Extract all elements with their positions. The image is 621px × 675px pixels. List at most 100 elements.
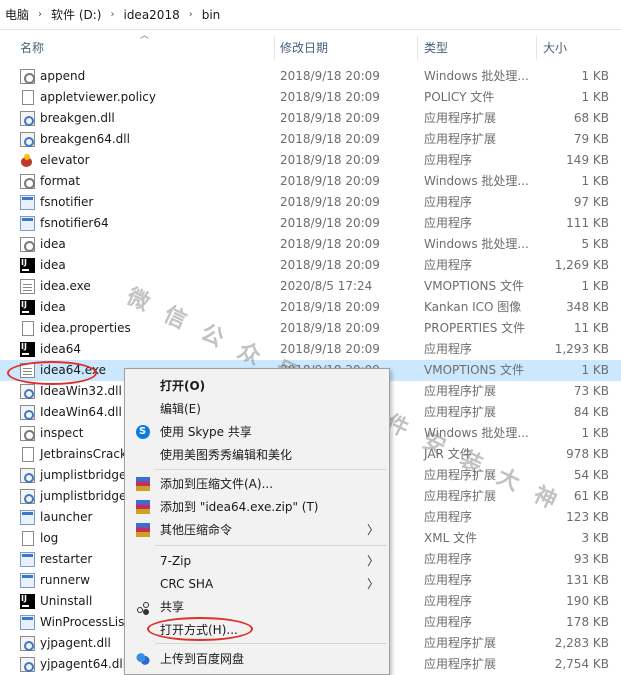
column-divider[interactable] — [536, 36, 537, 60]
file-date: 2018/9/18 20:09 — [280, 237, 380, 251]
file-size: 1 KB — [581, 279, 609, 293]
file-name: idea64 — [40, 342, 81, 356]
file-row[interactable]: fsnotifier 2018/9/18 20:09 应用程序 97 KB — [0, 192, 621, 213]
menu-item-label: 上传到百度网盘 — [160, 652, 245, 666]
menu-item-7zip[interactable]: 7-Zip 〉 — [125, 550, 389, 572]
file-name: fsnotifier64 — [40, 216, 109, 230]
menu-item-add-archive[interactable]: 添加到压缩文件(A)... — [125, 473, 389, 495]
file-size: 1 KB — [581, 69, 609, 83]
menu-item-label: 添加到 "idea64.exe.zip" (T) — [160, 500, 319, 514]
column-size-header[interactable]: 大小 — [543, 34, 567, 62]
file-date: 2018/9/18 20:09 — [280, 258, 380, 272]
file-row[interactable]: idea.properties 2018/9/18 20:09 PROPERTIES… — [0, 318, 621, 339]
file-row[interactable]: append 2018/9/18 20:09 Windows 批处理... 1 KB — [0, 66, 621, 87]
breadcrumb-item[interactable]: 软件 (D:) — [48, 6, 104, 23]
file-name: breakgen.dll — [40, 111, 115, 125]
exe-icon — [20, 615, 35, 630]
file-type: 应用程序 — [424, 552, 473, 566]
file-row[interactable]: idea.exe 2020/8/5 17:24 VMOPTIONS 文件 1 KB — [0, 276, 621, 297]
share-icon — [136, 600, 150, 614]
file-name: appletviewer.policy — [40, 90, 156, 104]
column-divider[interactable] — [274, 36, 275, 60]
menu-item-meitu[interactable]: 使用美图秀秀编辑和美化 — [125, 444, 389, 466]
file-row[interactable]: idea 2018/9/18 20:09 应用程序 1,269 KB — [0, 255, 621, 276]
chevron-right-icon[interactable]: › — [183, 9, 199, 20]
file-date: 2018/9/18 20:09 — [280, 132, 380, 146]
file-type: 应用程序扩展 — [424, 111, 497, 125]
file-name: elevator — [40, 153, 90, 167]
menu-item-crc-sha[interactable]: CRC SHA 〉 — [125, 573, 389, 595]
dll-icon — [20, 657, 35, 672]
breadcrumb-item[interactable]: 电脑 — [2, 6, 32, 23]
file-row[interactable]: elevator 2018/9/18 20:09 应用程序 149 KB — [0, 150, 621, 171]
file-type: 应用程序 — [424, 153, 473, 167]
menu-item-add-zip[interactable]: 添加到 "idea64.exe.zip" (T) — [125, 496, 389, 518]
menu-item-edit[interactable]: 编辑(E) — [125, 398, 389, 420]
file-date: 2018/9/18 20:09 — [280, 174, 380, 188]
menu-item-label: 7-Zip — [160, 554, 192, 568]
breadcrumb-item[interactable]: idea2018 — [120, 8, 182, 22]
menu-item-label: 添加到压缩文件(A)... — [160, 477, 274, 491]
file-row[interactable]: breakgen64.dll 2018/9/18 20:09 应用程序扩展 79 KB — [0, 129, 621, 150]
file-name: launcher — [40, 510, 93, 524]
baidu-netdisk-icon — [136, 652, 150, 666]
file-row[interactable]: idea 2018/9/18 20:09 Kankan ICO 图像 348 KB — [0, 297, 621, 318]
file-type: 应用程序扩展 — [424, 636, 497, 650]
column-date-header[interactable]: 修改日期 — [280, 34, 328, 62]
exe-icon — [20, 510, 35, 525]
file-row[interactable]: format 2018/9/18 20:09 Windows 批处理... 1 KB — [0, 171, 621, 192]
menu-item-label: 使用 Skype 共享 — [160, 425, 252, 439]
file-size: 2,283 KB — [554, 636, 609, 650]
file-size: 54 KB — [573, 468, 609, 482]
menu-item-label: 使用美图秀秀编辑和美化 — [160, 448, 293, 462]
file-name: jumplistbridge — [40, 489, 127, 503]
file-size: 1,293 KB — [554, 342, 609, 356]
dll-icon — [20, 405, 35, 420]
winrar-icon — [136, 500, 150, 514]
file-date: 2020/8/5 17:24 — [280, 279, 373, 293]
file-type: Windows 批处理... — [424, 426, 529, 440]
column-type-header[interactable]: 类型 — [424, 34, 448, 62]
file-row[interactable]: appletviewer.policy 2018/9/18 20:09 POLICY… — [0, 87, 621, 108]
chevron-right-icon[interactable]: › — [104, 9, 120, 20]
file-name: Uninstall — [40, 594, 93, 608]
file-type: 应用程序扩展 — [424, 405, 497, 419]
dll-icon — [20, 489, 35, 504]
file-size: 5 KB — [581, 237, 609, 251]
file-row[interactable]: breakgen.dll 2018/9/18 20:09 应用程序扩展 68 KB — [0, 108, 621, 129]
batch-file-icon — [20, 237, 35, 252]
file-name: JetbrainsCrack — [40, 447, 127, 461]
file-row[interactable]: idea64 2018/9/18 20:09 应用程序 1,293 KB — [0, 339, 621, 360]
file-row[interactable]: idea 2018/9/18 20:09 Windows 批处理... 5 KB — [0, 234, 621, 255]
file-type: 应用程序扩展 — [424, 384, 497, 398]
file-type: POLICY 文件 — [424, 90, 495, 104]
menu-item-share[interactable]: 共享 — [125, 596, 389, 618]
file-type: 应用程序 — [424, 258, 473, 272]
file-type: Kankan ICO 图像 — [424, 300, 522, 314]
file-size: 11 KB — [573, 321, 609, 335]
file-name: fsnotifier — [40, 195, 94, 209]
file-name: restarter — [40, 552, 93, 566]
file-row[interactable]: fsnotifier64 2018/9/18 20:09 应用程序 111 KB — [0, 213, 621, 234]
column-name-header[interactable]: 名称 — [20, 34, 44, 62]
menu-item-other-compress[interactable]: 其他压缩命令 〉 — [125, 519, 389, 541]
chevron-right-icon[interactable]: › — [32, 9, 48, 20]
menu-item-open[interactable]: 打开(O) — [125, 375, 389, 397]
dll-icon — [20, 468, 35, 483]
file-size: 68 KB — [573, 111, 609, 125]
breadcrumb-item[interactable]: bin — [199, 8, 224, 22]
file-date: 2018/9/18 20:09 — [280, 300, 380, 314]
file-date: 2018/9/18 20:09 — [280, 111, 380, 125]
file-size: 111 KB — [566, 216, 609, 230]
menu-item-label: 共享 — [160, 600, 185, 614]
annotation-circle — [147, 617, 253, 641]
file-name: WinProcessList — [40, 615, 130, 629]
menu-item-skype-share[interactable]: 使用 Skype 共享 — [125, 421, 389, 443]
column-divider[interactable] — [417, 36, 418, 60]
file-type: VMOPTIONS 文件 — [424, 363, 524, 377]
file-type: 应用程序扩展 — [424, 489, 497, 503]
menu-item-baidu[interactable]: 上传到百度网盘 — [125, 648, 389, 670]
file-size: 123 KB — [566, 510, 609, 524]
file-size: 1 KB — [581, 363, 609, 377]
vmoptions-file-icon — [20, 279, 35, 294]
